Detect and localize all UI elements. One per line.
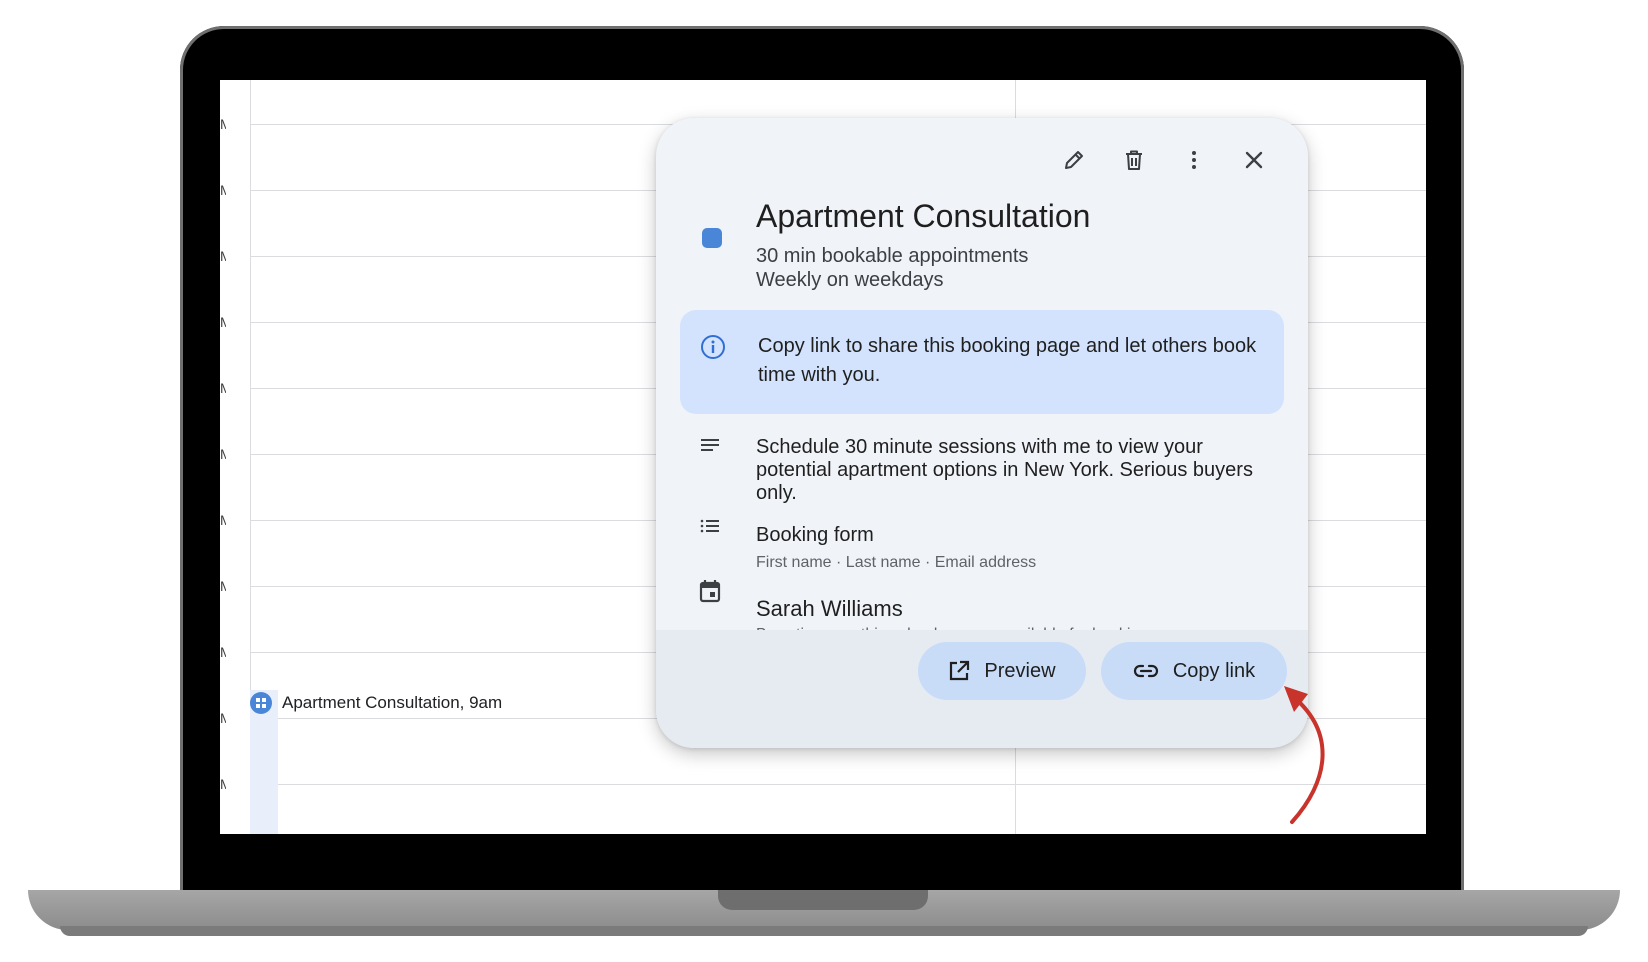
hour-label: M bbox=[220, 578, 226, 594]
appointment-details: 30 min bookable appointments Weekly on w… bbox=[756, 244, 1028, 292]
appointment-title: Apartment Consultation bbox=[756, 198, 1091, 234]
delete-button[interactable] bbox=[1116, 142, 1152, 178]
more-options-button[interactable] bbox=[1176, 142, 1212, 178]
appointment-grid-icon bbox=[250, 692, 272, 714]
hour-label: M bbox=[220, 776, 226, 792]
hour-label: M bbox=[220, 182, 226, 198]
copy-link-label: Copy link bbox=[1172, 659, 1256, 682]
info-text: Copy link to share this booking page and… bbox=[758, 335, 1257, 386]
preview-button[interactable]: Preview bbox=[918, 642, 1086, 700]
hour-label: M bbox=[220, 116, 226, 132]
appointment-duration: 30 min bookable appointments bbox=[756, 245, 1029, 267]
laptop-notch bbox=[718, 890, 928, 910]
open-in-new-icon bbox=[950, 660, 970, 681]
hour-label: M bbox=[220, 512, 226, 528]
close-button[interactable] bbox=[1236, 142, 1272, 178]
pencil-icon bbox=[1065, 151, 1083, 169]
appointment-popup: Apartment Consultation 30 min bookable a… bbox=[656, 118, 1308, 748]
hour-label: M bbox=[220, 314, 226, 330]
edit-button[interactable] bbox=[1056, 142, 1092, 178]
hour-label: M bbox=[220, 446, 226, 462]
hour-label: M bbox=[220, 380, 226, 396]
appointment-description: Schedule 30 minute sessions with me to v… bbox=[756, 436, 1253, 504]
info-icon bbox=[701, 335, 725, 359]
copy-link-button[interactable]: Copy link bbox=[1101, 642, 1287, 700]
popup-toolbar bbox=[1056, 142, 1272, 178]
hour-label: M bbox=[220, 710, 226, 726]
preview-label: Preview bbox=[984, 659, 1056, 682]
calendar-icon bbox=[699, 580, 721, 603]
more-vert-icon bbox=[1192, 151, 1196, 169]
trash-icon bbox=[1126, 150, 1142, 170]
event-label: Apartment Consultation, 9am bbox=[282, 693, 503, 712]
calendar-owner-name: Sarah Williams bbox=[756, 596, 903, 621]
list-icon bbox=[700, 519, 719, 533]
hour-gridline bbox=[250, 784, 1426, 785]
calendar-event-chip[interactable]: Apartment Consultation, 9am bbox=[250, 692, 502, 714]
booking-form-title: Booking form bbox=[756, 524, 874, 546]
hour-label: M bbox=[220, 248, 226, 264]
link-icon bbox=[1133, 664, 1158, 678]
hour-label: M bbox=[220, 644, 226, 660]
close-icon bbox=[1245, 151, 1263, 169]
booking-form-fields: First name · Last name · Email address bbox=[756, 554, 1037, 571]
appointment-recurrence: Weekly on weekdays bbox=[756, 269, 944, 291]
calendar-color-chip bbox=[702, 228, 722, 248]
pointer-arrow-icon bbox=[1284, 686, 1325, 824]
description-icon bbox=[701, 439, 719, 451]
info-banner: Copy link to share this booking page and… bbox=[680, 310, 1284, 414]
popup-footer: Preview Copy link bbox=[656, 630, 1308, 748]
laptop-base-shadow bbox=[60, 926, 1588, 936]
